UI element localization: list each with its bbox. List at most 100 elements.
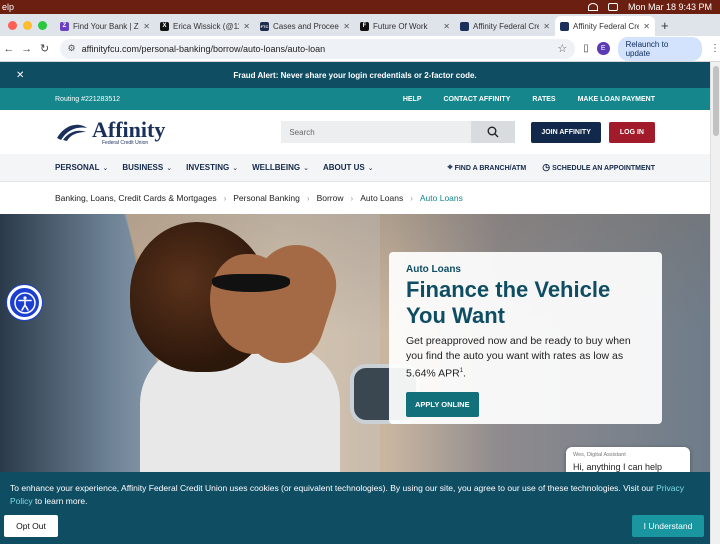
chevron-down-icon: ⌄ — [367, 165, 374, 172]
back-arrow-icon[interactable]: ← — [0, 43, 18, 55]
chevron-right-icon: › — [350, 193, 354, 203]
contact-link[interactable]: CONTACT AFFINITY — [443, 96, 510, 103]
log-in-button[interactable]: LOG IN — [608, 121, 655, 143]
tab-title: Erica Wissick (@110 — [173, 21, 240, 31]
browser-tab-active[interactable]: Affinity Federal Cre ✕ — [555, 16, 655, 36]
nav-business[interactable]: BUSINESS ⌄ — [122, 163, 172, 172]
main-navigation: PERSONAL ⌄ BUSINESS ⌄ INVESTING ⌄ WELLBEING… — [0, 154, 710, 182]
browser-tab-strip: Z Find Your Bank | Ze ✕ X Erica Wissick … — [0, 14, 720, 36]
tab-favicon-icon — [460, 21, 469, 31]
rates-link[interactable]: RATES — [532, 96, 555, 103]
browser-tab[interactable]: FTC Cases and Proceed ✕ — [255, 16, 355, 36]
help-link[interactable]: HELP — [403, 96, 422, 103]
logo-wings-icon — [57, 124, 87, 141]
clock-icon: ◷ — [542, 162, 551, 172]
nav-label: PERSONAL — [55, 163, 100, 172]
mac-menu-bar: elp Mon Mar 18 9:43 PM — [0, 0, 720, 14]
i-understand-button[interactable]: I Understand — [632, 515, 704, 537]
close-icon[interactable]: ✕ — [16, 70, 24, 81]
make-loan-payment-link[interactable]: MAKE LOAN PAYMENT — [578, 96, 655, 103]
chevron-right-icon: › — [223, 193, 227, 203]
find-branch-link[interactable]: ⌖ FIND A BRANCH/ATM — [448, 162, 527, 173]
chevron-right-icon: › — [410, 193, 413, 203]
chevron-down-icon: ⌄ — [102, 165, 109, 172]
site-info-icon[interactable]: ⚙ — [68, 43, 76, 54]
sunglasses-shape — [212, 274, 290, 292]
browser-tab[interactable]: Z Find Your Bank | Ze ✕ — [55, 16, 155, 36]
breadcrumb-item[interactable]: Personal Banking — [233, 193, 300, 203]
more-menu-icon[interactable]: ⋮ — [710, 43, 720, 54]
nav-label: BUSINESS — [122, 163, 164, 172]
join-affinity-button[interactable]: JOIN AFFINITY — [531, 121, 601, 143]
breadcrumb-item[interactable]: Borrow — [317, 193, 344, 203]
zoom-window-button[interactable] — [38, 21, 47, 30]
tab-close-icon[interactable]: ✕ — [243, 22, 250, 31]
scrollbar-thumb[interactable] — [713, 66, 719, 136]
search-button[interactable] — [471, 121, 516, 143]
search-input[interactable]: Search — [281, 121, 516, 143]
utility-bar: Routing #221283512 HELP CONTACT AFFINITY… — [0, 88, 710, 110]
browser-tab[interactable]: Affinity Federal Cre ✕ — [455, 16, 555, 36]
tab-title: Future Of Work — [373, 21, 428, 31]
browser-tab[interactable]: F Future Of Work ✕ — [355, 16, 455, 36]
location-pin-icon: ⌖ — [447, 162, 453, 172]
hero-card: Auto Loans Finance the Vehicle You Want … — [389, 252, 662, 424]
page-scrollbar[interactable] — [710, 62, 720, 544]
tab-favicon-icon: F — [360, 21, 369, 31]
tab-close-icon[interactable]: ✕ — [443, 22, 450, 31]
minimize-window-button[interactable] — [23, 21, 32, 30]
url-text: affinityfcu.com/personal-banking/borrow/… — [81, 43, 326, 54]
new-tab-button[interactable]: + — [655, 18, 669, 36]
browser-toolbar: ← → ↻ ⚙ affinityfcu.com/personal-banking… — [0, 36, 720, 62]
hero-description: Get preapproved now and be ready to buy … — [406, 335, 631, 380]
screen-icon[interactable] — [607, 3, 618, 11]
accessibility-button[interactable] — [7, 285, 42, 320]
cookie-text: To enhance your experience, Affinity Fed… — [10, 482, 700, 508]
tab-close-icon[interactable]: ✕ — [343, 22, 350, 31]
schedule-label: SCHEDULE AN APPOINTMENT — [552, 165, 655, 172]
relaunch-button[interactable]: Relaunch to update — [617, 36, 702, 61]
tab-title: Affinity Federal Cre — [473, 21, 540, 31]
wifi-icon[interactable] — [587, 3, 598, 11]
close-window-button[interactable] — [8, 21, 17, 30]
site-header: Affinity Federal Credit Union Search JOI… — [0, 110, 710, 154]
breadcrumb-item[interactable]: Banking, Loans, Credit Cards & Mortgages — [55, 193, 217, 203]
cookie-message: To enhance your experience, Affinity Fed… — [10, 483, 654, 493]
menubar-clock[interactable]: Mon Mar 18 9:43 PM — [628, 2, 712, 12]
tab-close-icon[interactable]: ✕ — [143, 22, 150, 31]
footnote-marker[interactable]: 1 — [460, 368, 463, 374]
affinity-logo[interactable]: Affinity Federal Credit Union — [55, 118, 165, 146]
tab-close-icon[interactable]: ✕ — [643, 22, 650, 31]
bookmark-star-icon[interactable]: ☆ — [557, 42, 567, 55]
schedule-appointment-link[interactable]: ◷ SCHEDULE AN APPOINTMENT — [542, 162, 655, 173]
tab-favicon-icon: X — [160, 21, 169, 31]
accessibility-icon — [13, 291, 36, 314]
profile-avatar[interactable]: E — [596, 42, 610, 55]
hero-desc-text: Get preapproved now and be ready to buy … — [406, 335, 631, 380]
nav-label: ABOUT US — [322, 163, 365, 172]
fraud-alert-banner: ✕ Fraud Alert: Never share your login cr… — [0, 62, 710, 88]
sidebar-icon[interactable]: ▯ — [583, 43, 589, 54]
tab-favicon-icon: FTC — [260, 21, 269, 31]
nav-wellbeing[interactable]: WELLBEING ⌄ — [252, 163, 309, 172]
search-icon — [487, 126, 499, 138]
breadcrumb-item[interactable]: Auto Loans — [360, 193, 403, 203]
address-bar[interactable]: ⚙ affinityfcu.com/personal-banking/borro… — [59, 38, 576, 59]
app-menu[interactable]: elp — [0, 2, 14, 12]
forward-arrow-icon[interactable]: → — [18, 43, 36, 55]
browser-tab[interactable]: X Erica Wissick (@110 ✕ — [155, 16, 255, 36]
nav-about-us[interactable]: ABOUT US ⌄ — [323, 163, 374, 172]
tab-title: Cases and Proceed — [273, 21, 340, 31]
chevron-down-icon: ⌄ — [166, 165, 173, 172]
opt-out-button[interactable]: Opt Out — [4, 515, 58, 537]
nav-personal[interactable]: PERSONAL ⌄ — [55, 163, 108, 172]
chevron-down-icon: ⌄ — [232, 165, 239, 172]
cookie-banner: To enhance your experience, Affinity Fed… — [0, 472, 710, 544]
reload-icon[interactable]: ↻ — [36, 42, 54, 55]
nav-investing[interactable]: INVESTING ⌄ — [186, 163, 238, 172]
logo-subtitle: Federal Credit Union — [102, 139, 149, 146]
tab-close-icon[interactable]: ✕ — [543, 22, 550, 31]
routing-number: Routing #221283512 — [55, 95, 121, 103]
apply-online-button[interactable]: APPLY ONLINE — [406, 391, 479, 417]
chat-assistant-name: Wes, Digital Assistant — [573, 452, 626, 458]
